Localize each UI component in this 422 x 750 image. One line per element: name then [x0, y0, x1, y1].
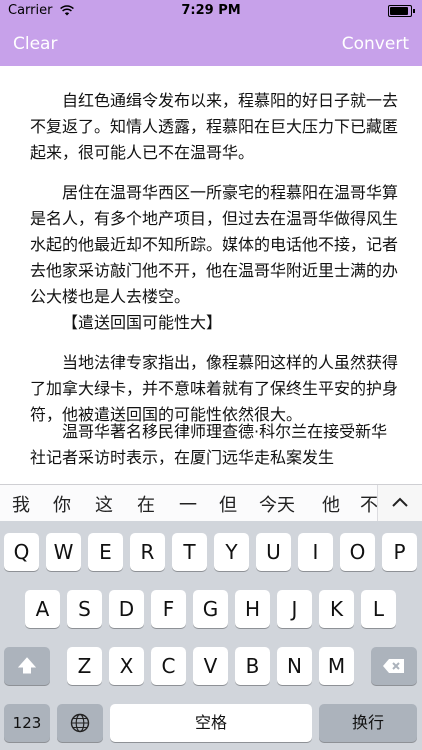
- key[interactable]: M: [319, 647, 354, 685]
- key[interactable]: A: [25, 590, 60, 628]
- candidate-item[interactable]: 我: [12, 491, 30, 517]
- candidate-item[interactable]: 今天: [259, 491, 295, 517]
- convert-button[interactable]: Convert: [342, 34, 409, 54]
- candidate-item[interactable]: 他: [322, 491, 340, 517]
- paragraph: 【遣送回国可能性大】: [62, 313, 223, 332]
- key[interactable]: B: [235, 647, 270, 685]
- delete-key[interactable]: [371, 647, 417, 685]
- key[interactable]: W: [46, 533, 81, 571]
- candidate-item[interactable]: 不: [360, 491, 378, 517]
- shift-icon: [17, 657, 37, 674]
- key[interactable]: I: [298, 533, 333, 571]
- candidate-item[interactable]: 你: [53, 491, 71, 517]
- nav-bar: Clear Convert: [0, 22, 422, 66]
- key[interactable]: P: [382, 533, 417, 571]
- collapse-candidates-button[interactable]: [377, 485, 422, 521]
- key[interactable]: L: [361, 590, 396, 628]
- numbers-key[interactable]: 123: [4, 704, 50, 742]
- key[interactable]: E: [88, 533, 123, 571]
- key[interactable]: U: [256, 533, 291, 571]
- key[interactable]: Y: [214, 533, 249, 571]
- clear-button[interactable]: Clear: [13, 34, 57, 54]
- battery-icon: [388, 5, 415, 17]
- key[interactable]: D: [109, 590, 144, 628]
- key[interactable]: C: [151, 647, 186, 685]
- key[interactable]: X: [109, 647, 144, 685]
- paragraph: 居住在温哥华西区一所豪宅的程慕阳在温哥华算是名人，有多个地产项目，但过去在温哥华…: [30, 183, 399, 306]
- candidate-item[interactable]: 这: [95, 491, 113, 517]
- key[interactable]: Z: [67, 647, 102, 685]
- shift-key[interactable]: [4, 647, 50, 685]
- text-editor[interactable]: 自红色通缉令发布以来，程慕阳的好日子就一去不复返了。知情人透露，程慕阳在巨大压力…: [0, 66, 422, 486]
- chevron-up-icon: [392, 497, 408, 507]
- key[interactable]: S: [67, 590, 102, 628]
- key[interactable]: H: [235, 590, 270, 628]
- key[interactable]: Q: [4, 533, 39, 571]
- globe-key[interactable]: [57, 704, 103, 742]
- keyboard: Q W E R T Y U I O P A S D F G H J K L Z …: [0, 521, 422, 750]
- candidate-item[interactable]: 一: [179, 491, 197, 517]
- candidate-item[interactable]: 但: [219, 491, 237, 517]
- paragraph: 当地法律专家指出，像程慕阳这样的人虽然获得了加拿大绿卡，并不意味着就有了保终生平…: [30, 353, 399, 424]
- key[interactable]: N: [277, 647, 312, 685]
- space-key[interactable]: 空格: [110, 704, 312, 742]
- paragraph: 自红色通缉令发布以来，程慕阳的好日子就一去不复返了。知情人透露，程慕阳在巨大压力…: [30, 91, 399, 162]
- candidate-item[interactable]: 在: [137, 491, 155, 517]
- key[interactable]: T: [172, 533, 207, 571]
- status-time: 7:29 PM: [181, 3, 241, 18]
- key[interactable]: V: [193, 647, 228, 685]
- delete-icon: [383, 659, 404, 673]
- key[interactable]: J: [277, 590, 312, 628]
- paragraph: 温哥华著名移民律师理查德·科尔兰在接受新华社记者采访时表示，在厦门远华走私案发生: [30, 422, 388, 467]
- key[interactable]: G: [193, 590, 228, 628]
- key[interactable]: F: [151, 590, 186, 628]
- globe-icon: [70, 713, 90, 733]
- key[interactable]: R: [130, 533, 165, 571]
- candidate-bar: 我 你 这 在 一 但 今天 他 不: [0, 484, 422, 521]
- status-bar: Carrier 7:29 PM: [0, 0, 422, 22]
- return-key[interactable]: 换行: [319, 704, 417, 742]
- key[interactable]: K: [319, 590, 354, 628]
- key[interactable]: O: [340, 533, 375, 571]
